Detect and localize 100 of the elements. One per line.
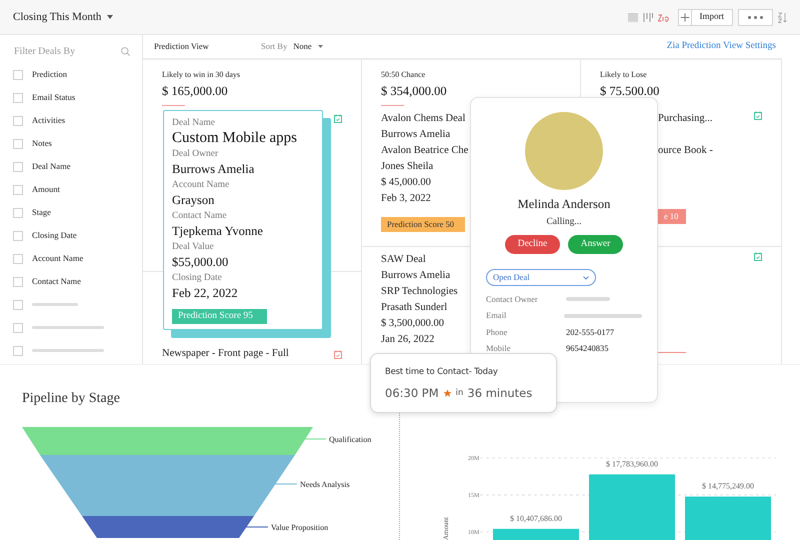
chevron-down-icon	[583, 276, 589, 280]
filter-label[interactable]: Closing Date	[32, 229, 77, 242]
prediction-score-badge: Prediction Score 50	[381, 217, 465, 232]
contact-time: 06:30 PM	[385, 384, 439, 402]
filter-label[interactable]: Prediction	[32, 68, 67, 81]
field-value: 9654240835	[566, 342, 608, 356]
stage-label: Qualification	[329, 435, 372, 444]
call-status: Calling...	[546, 216, 582, 229]
value-label: $ 14,775,249.00	[702, 482, 754, 491]
checkbox[interactable]	[13, 184, 23, 194]
caller-name: Melinda Anderson	[518, 196, 610, 213]
deal-detail: $ 3,500,000.00	[381, 317, 445, 331]
field-label: Account Name	[172, 179, 230, 191]
settings-link[interactable]: Zia Prediction View Settings	[666, 39, 776, 54]
column-heading: 50:50 Chance	[381, 69, 426, 81]
deal-detail: Burrows Amelia	[381, 128, 452, 142]
field-label: Phone	[486, 326, 508, 339]
deal-detail: Prasath Sunderl	[381, 301, 448, 315]
field-value: Grayson	[172, 192, 216, 209]
checkbox[interactable]	[13, 230, 23, 240]
column-total: $ 354,000.00	[381, 84, 448, 98]
time-remaining: 36 minutes	[467, 384, 532, 402]
value-label: $ 10,407,686.00	[510, 514, 562, 523]
checkbox[interactable]	[13, 300, 23, 310]
filter-label[interactable]: Stage	[32, 206, 51, 219]
value-label: $ 17,783,960.00	[606, 459, 658, 468]
deal-detail: Burrows Amelia	[381, 269, 452, 283]
more-button[interactable]	[738, 8, 773, 26]
calendar-icon[interactable]	[754, 111, 762, 120]
deal-detail: SRP Technologies	[381, 285, 458, 299]
filter-label[interactable]: Deal Name	[32, 160, 70, 173]
underline-accent	[381, 105, 404, 106]
deal-detail: Jones Sheila	[381, 160, 434, 174]
filter-label[interactable]: Email Status	[32, 91, 76, 104]
sort-label: Sort By	[261, 40, 288, 53]
checkbox[interactable]	[13, 70, 23, 80]
field-value: Tjepkema Yvonne	[172, 223, 264, 240]
field-value: $55,000.00	[172, 254, 230, 271]
sort-dropdown[interactable]: None	[293, 40, 323, 53]
prediction-score-badge: e 10	[658, 209, 686, 224]
checkbox[interactable]	[13, 138, 23, 148]
stage-label: Value Proposition	[271, 523, 328, 532]
field-value: Feb 22, 2022	[172, 285, 239, 302]
filter-label[interactable]: Amount	[32, 183, 60, 196]
deal-name[interactable]: Purchasing...	[658, 111, 713, 127]
view-name: Prediction View	[154, 40, 210, 53]
calendar-icon[interactable]	[754, 252, 762, 261]
column-total: $ 75.500.00	[600, 84, 660, 98]
deal-name[interactable]: SAW Deal	[381, 252, 458, 268]
underline-accent	[162, 105, 185, 106]
checkbox[interactable]	[13, 322, 23, 332]
field-label: Deal Value	[172, 241, 215, 253]
prediction-score-badge: Prediction Score 95	[172, 309, 267, 324]
plus-icon[interactable]	[678, 10, 692, 24]
field-label: Mobile	[486, 342, 512, 356]
filter-title: Filter Deals By	[14, 45, 76, 59]
deal-detail: Jan 26, 2022	[381, 333, 436, 347]
filter-label[interactable]: Notes	[32, 137, 52, 150]
checkbox[interactable]	[13, 254, 23, 264]
search-icon[interactable]	[121, 47, 130, 56]
field-label: Email	[486, 309, 508, 322]
checkbox[interactable]	[13, 116, 23, 126]
checkbox[interactable]	[13, 346, 23, 356]
checkbox[interactable]	[13, 92, 23, 102]
import-button[interactable]: Import	[692, 10, 732, 24]
calendar-icon[interactable]	[334, 114, 342, 123]
checkbox[interactable]	[13, 208, 23, 218]
open-deal-dropdown[interactable]: Open Deal	[486, 269, 596, 286]
field-value: Custom Mobile apps	[172, 129, 298, 148]
filter-label[interactable]: Contact Name	[32, 275, 81, 288]
deal-name[interactable]: Newspaper - Front page - Full	[162, 346, 289, 362]
field-label: Contact Owner	[486, 292, 539, 306]
list-view-icon[interactable]	[628, 12, 638, 22]
placeholder-bar	[566, 297, 610, 302]
checkbox[interactable]	[13, 276, 23, 286]
leader-line	[244, 526, 268, 528]
decline-button[interactable]: Decline	[505, 235, 560, 254]
field-label: Closing Date	[172, 272, 223, 284]
field-value: 202-555-0177	[566, 326, 614, 339]
filter-label[interactable]: Account Name	[32, 252, 84, 265]
field-label: Contact Name	[172, 210, 228, 222]
checkbox[interactable]	[13, 162, 23, 172]
tooltip-title: Best time to Contact- Today	[385, 366, 499, 379]
field-label: Deal Owner	[172, 148, 220, 160]
kanban-view-icon[interactable]	[642, 12, 652, 22]
deal-name[interactable]: Avalon Chems Deal	[381, 111, 468, 127]
column-heading: Likely to win in 30 days	[162, 69, 241, 81]
placeholder-bar	[32, 349, 104, 352]
caret-icon	[318, 45, 323, 48]
column-heading: Likely to Lose	[600, 69, 648, 81]
zia-icon[interactable]	[658, 12, 670, 22]
calendar-icon[interactable]	[334, 350, 342, 359]
view-dropdown[interactable]: Closing This Month	[13, 8, 114, 26]
star-icon	[442, 388, 452, 398]
connector-word: in	[456, 387, 464, 400]
filter-label[interactable]: Activities	[32, 114, 66, 127]
caret-icon	[107, 15, 114, 19]
deal-detail: Avalon Beatrice Che	[381, 144, 468, 158]
sort-icon[interactable]	[778, 12, 787, 22]
column-total: $ 165,000.00	[162, 84, 229, 98]
